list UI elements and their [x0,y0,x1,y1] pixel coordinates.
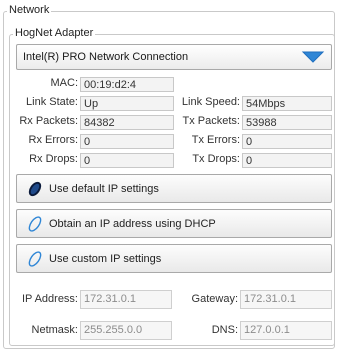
tx-packets-field: 53988 [242,115,332,130]
adapter-select-value: Intel(R) PRO Network Connection [23,51,189,63]
netmask-input[interactable]: 255.255.0.0 [80,321,172,340]
adapter-select[interactable]: Intel(R) PRO Network Connection [16,44,332,70]
dhcp-radio[interactable]: Obtain an IP address using DHCP [16,209,332,238]
dns-label: DNS: [211,324,238,336]
link-state-field: Up [80,96,174,111]
rx-drops-field: 0 [80,153,174,168]
chevron-down-icon[interactable] [301,49,325,65]
link-speed-label: Link Speed: [181,96,240,108]
gateway-label: Gateway: [191,293,238,305]
adapter-group-legend: HogNet Adapter [13,27,96,39]
radio-unselected-icon [26,250,44,268]
tx-packets-label: Tx Packets: [182,115,240,127]
gateway-input[interactable]: 172.31.0.1 [240,290,332,309]
rx-errors-field: 0 [80,134,174,149]
ip-address-input[interactable]: 172.31.0.1 [80,290,172,309]
rx-packets-field: 84382 [80,115,174,130]
dns-input[interactable]: 127.0.0.1 [240,321,332,340]
default-ip-radio[interactable]: Use default IP settings [16,174,332,203]
rx-packets-label: Rx Packets: [19,115,78,127]
ip-address-label: IP Address: [21,293,78,305]
default-ip-label: Use default IP settings [49,183,159,195]
link-state-label: Link State: [26,96,78,108]
mac-field: 00:19:d2:4 [80,77,174,92]
radio-unselected-icon [26,215,44,233]
custom-ip-radio[interactable]: Use custom IP settings [16,244,332,273]
dhcp-label: Obtain an IP address using DHCP [49,218,216,230]
netmask-label: Netmask: [31,324,78,336]
custom-ip-label: Use custom IP settings [49,253,162,265]
link-speed-field: 54Mbps [242,96,332,111]
tx-errors-label: Tx Errors: [191,134,240,146]
tx-drops-label: Tx Drops: [192,153,240,165]
network-group-legend: Network [7,4,52,16]
tx-errors-field: 0 [242,134,332,149]
rx-errors-label: Rx Errors: [28,134,79,146]
rx-drops-label: Rx Drops: [29,153,78,165]
mac-label: MAC: [50,77,79,89]
radio-selected-icon [26,180,44,198]
tx-drops-field: 0 [242,153,332,168]
